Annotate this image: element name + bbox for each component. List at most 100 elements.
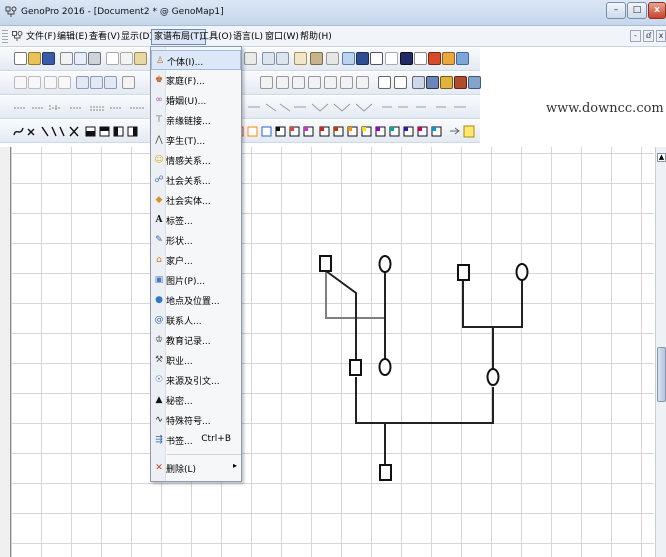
male-symbol[interactable] xyxy=(457,264,470,281)
text-bold-icon[interactable] xyxy=(356,52,369,65)
align-icon[interactable] xyxy=(276,52,289,65)
color-square-icons[interactable] xyxy=(234,125,480,138)
menu-item-social-entity[interactable]: ◆ 社会实体... xyxy=(151,190,241,210)
cut-icon[interactable] xyxy=(106,52,119,65)
male-symbol[interactable] xyxy=(319,255,332,272)
menu-help[interactable]: 帮助(H) xyxy=(300,30,332,44)
open-icon[interactable] xyxy=(28,52,41,65)
text-color-icon[interactable] xyxy=(385,52,398,65)
view-grid-icon[interactable] xyxy=(412,76,425,89)
menu-file[interactable]: 文件(F) xyxy=(26,30,56,44)
male-symbol[interactable] xyxy=(379,464,392,481)
line-type-icons[interactable] xyxy=(12,102,152,113)
view-card-icon[interactable] xyxy=(440,76,453,89)
shape-fill-icon[interactable] xyxy=(442,52,455,65)
rotate-icon[interactable] xyxy=(244,52,257,65)
menu-item-shape[interactable]: ✎ 形状... xyxy=(151,230,241,250)
undo-icon[interactable] xyxy=(14,76,27,89)
female-symbol[interactable] xyxy=(378,255,392,273)
symbol-icons[interactable] xyxy=(12,125,152,138)
layout-tool-3-icon[interactable] xyxy=(292,76,305,89)
menu-item-label[interactable]: A 标签... xyxy=(151,210,241,230)
layout-tool-2-icon[interactable] xyxy=(276,76,289,89)
document-icon[interactable] xyxy=(12,31,23,42)
back-icon[interactable] xyxy=(44,76,57,89)
table-icon[interactable] xyxy=(76,76,89,89)
menu-item-household[interactable]: ⌂ 家户... xyxy=(151,250,241,270)
menu-item-twins[interactable]: ⋀ 孪生(T)... xyxy=(151,130,241,150)
menu-layout[interactable]: 家谱布局(T) xyxy=(151,29,206,45)
female-symbol[interactable] xyxy=(515,263,529,281)
measure-icon[interactable] xyxy=(310,52,323,65)
copy-icon[interactable] xyxy=(120,52,133,65)
fill-color-icon[interactable] xyxy=(428,52,441,65)
menu-item-pedigree-link[interactable]: ⊤ 亲缘链接... xyxy=(151,110,241,130)
female-symbol[interactable] xyxy=(486,368,500,386)
page-setup-icon[interactable] xyxy=(60,52,73,65)
vertical-scrollbar[interactable]: ▲ xyxy=(655,147,666,557)
menu-language[interactable]: 语言(L) xyxy=(233,30,263,44)
view-map-icon[interactable] xyxy=(468,76,481,89)
mdi-restore-button[interactable]: ⅆ xyxy=(643,30,654,42)
female-symbol[interactable] xyxy=(378,358,392,376)
relationship-line-icons[interactable] xyxy=(246,101,478,114)
print-icon[interactable] xyxy=(88,52,101,65)
view-photo-icon[interactable] xyxy=(454,76,467,89)
print-preview-icon[interactable] xyxy=(74,52,87,65)
menu-item-place[interactable]: ● 地点及位置... xyxy=(151,290,241,310)
line-style-icon[interactable] xyxy=(414,52,427,65)
layout-tool-5-icon[interactable] xyxy=(324,76,337,89)
report-icon[interactable] xyxy=(90,76,103,89)
menu-item-education[interactable]: ♔ 教育记录... xyxy=(151,330,241,350)
layout-tool-4-icon[interactable] xyxy=(308,76,321,89)
menu-tools[interactable]: 工具(O) xyxy=(200,30,232,44)
font-smaller-icon[interactable] xyxy=(394,76,407,89)
scroll-up-icon[interactable]: ▲ xyxy=(657,153,666,162)
menu-item-secret[interactable]: ▲ 秘密... xyxy=(151,390,241,410)
menu-view[interactable]: 查看(V) xyxy=(89,30,120,44)
menu-display[interactable]: 显示(D) xyxy=(121,30,153,44)
layout-tool-6-icon[interactable] xyxy=(340,76,353,89)
line-color-icon[interactable] xyxy=(400,52,413,65)
close-button[interactable]: x xyxy=(648,2,666,19)
menu-item-individual[interactable]: ♙ 个体(I)... xyxy=(151,50,241,70)
menu-item-source-citation[interactable]: ☉ 来源及引文... xyxy=(151,370,241,390)
grid-icon[interactable] xyxy=(104,76,117,89)
view-table-icon[interactable] xyxy=(426,76,439,89)
male-symbol[interactable] xyxy=(349,359,362,376)
paste-icon[interactable] xyxy=(134,52,147,65)
menu-item-social-relationship[interactable]: ☍ 社会关系... xyxy=(151,170,241,190)
menu-item-emotional-relationship[interactable]: ☺ 情感关系... xyxy=(151,150,241,170)
forward-icon[interactable] xyxy=(58,76,71,89)
mdi-close-button[interactable]: x xyxy=(656,30,666,42)
menu-edit[interactable]: 编辑(E) xyxy=(57,30,88,44)
minimize-button[interactable]: – xyxy=(606,2,626,19)
new-icon[interactable] xyxy=(14,52,27,65)
highlight-icon[interactable] xyxy=(342,52,355,65)
menu-item-bookmark[interactable]: ⇶ 书签... Ctrl+B xyxy=(151,430,241,450)
menu-item-occupation[interactable]: ⚒ 职业... xyxy=(151,350,241,370)
pen-icon[interactable] xyxy=(326,52,339,65)
zoom-icon[interactable] xyxy=(122,76,135,89)
scissors-icon[interactable] xyxy=(294,52,307,65)
menu-item-marriage[interactable]: ∞ 婚姻(U)... xyxy=(151,90,241,110)
text-font-icon[interactable] xyxy=(370,52,383,65)
mdi-minimize-button[interactable]: - xyxy=(630,30,641,42)
genogram-canvas[interactable] xyxy=(10,147,654,557)
menu-window[interactable]: 窗口(W) xyxy=(265,30,299,44)
menu-item-family[interactable]: ♚ 家庭(F)... xyxy=(151,70,241,90)
mirror-icon[interactable] xyxy=(262,52,275,65)
layout-tool-7-icon[interactable] xyxy=(356,76,369,89)
globe-tool-icon[interactable] xyxy=(456,52,469,65)
layout-tool-1-icon[interactable] xyxy=(260,76,273,89)
canvas-left-margin xyxy=(0,147,10,557)
redo-icon[interactable] xyxy=(28,76,41,89)
save-icon[interactable] xyxy=(42,52,55,65)
scroll-thumb[interactable] xyxy=(657,347,666,402)
font-larger-icon[interactable] xyxy=(378,76,391,89)
menu-item-special-symbol[interactable]: ∿ 特殊符号... xyxy=(151,410,241,430)
menu-item-contact[interactable]: @ 联系人... xyxy=(151,310,241,330)
menu-item-picture[interactable]: ▣ 图片(P)... xyxy=(151,270,241,290)
menu-item-delete[interactable]: ✕ 删除(L) ▸ xyxy=(151,458,241,478)
maximize-button[interactable]: □ xyxy=(627,2,647,19)
